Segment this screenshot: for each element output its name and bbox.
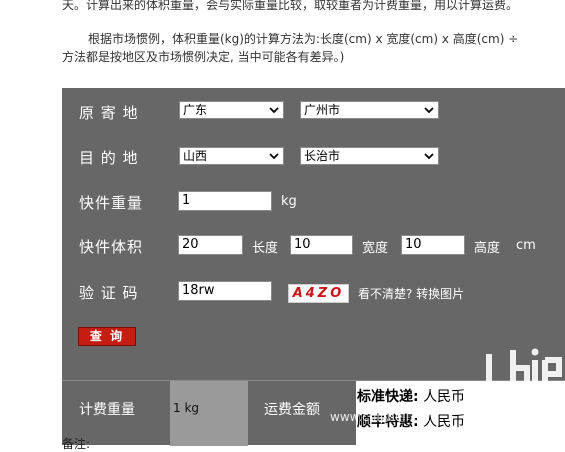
weight-input[interactable]: 1 — [178, 191, 272, 211]
standard-express-label: 标准快递: — [357, 389, 419, 405]
charge-weight-cell: 1 kg — [170, 381, 248, 446]
volume-unit: cm — [516, 238, 536, 253]
shunfeng-label: 顺丰特惠: — [357, 414, 419, 430]
charge-weight-value: 1 kg — [173, 401, 200, 415]
chevron-down-icon — [269, 153, 279, 160]
origin-city-select[interactable]: 广州市 — [300, 101, 439, 119]
intro-top-line: 天。计算出来的体积重量，会与实际重量比较，取较重者为计费重量，用以计算运费。 — [62, 0, 519, 12]
destination-province-select[interactable]: 山西 — [179, 147, 284, 165]
length-label: 长度 — [252, 241, 279, 256]
width-input[interactable]: 10 — [290, 235, 353, 255]
shunfeng-line: 顺丰特惠: 人民币 — [357, 411, 465, 431]
height-input[interactable]: 10 — [401, 235, 465, 255]
note-label: 备注: — [62, 437, 91, 451]
result-strip: 计费重量 1 kg 运费金额 标准快递: 人民币 顺丰特惠: 人民币 — [62, 380, 565, 446]
captcha-input[interactable]: 18rw — [178, 281, 272, 301]
weight-label: 快件重量 — [79, 194, 144, 212]
volume-label: 快件体积 — [79, 238, 144, 256]
captcha-label: 验 证 码 — [79, 284, 139, 302]
freight-calculator-panel: 原 寄 地 广东 广州市 目 的 地 山西 长治市 快件重量 1 kg 快件体积… — [62, 88, 565, 446]
weight-unit: kg — [281, 194, 297, 209]
destination-label: 目 的 地 — [79, 149, 139, 167]
fee-result-cell: 标准快递: 人民币 顺丰特惠: 人民币 — [356, 381, 565, 446]
chevron-down-icon — [424, 153, 434, 160]
captcha-refresh-link[interactable]: 看不清楚? 转换图片 — [358, 285, 464, 302]
destination-city-select[interactable]: 长治市 — [300, 147, 439, 165]
intro-paragraph: 根据市场惯例，体积重量(kg)的计算方法为:长度(cm) x 宽度(cm) x … — [62, 30, 565, 66]
origin-province-value: 广东 — [183, 103, 208, 117]
fee-label: 运费金额 — [264, 402, 320, 418]
height-label: 高度 — [474, 241, 501, 256]
shunfeng-value: 人民币 — [423, 414, 466, 430]
captcha-image[interactable]: A4ZO — [288, 284, 349, 303]
charge-weight-label: 计费重量 — [79, 402, 135, 418]
origin-province-select[interactable]: 广东 — [179, 101, 284, 119]
chevron-down-icon — [424, 107, 434, 114]
intro-paragraph-line1: 根据市场惯例，体积重量(kg)的计算方法为:长度(cm) x 宽度(cm) x … — [88, 32, 519, 46]
origin-city-value: 广州市 — [304, 103, 341, 117]
standard-express-line: 标准快递: 人民币 — [357, 386, 465, 406]
chevron-down-icon — [269, 107, 279, 114]
width-label: 宽度 — [362, 241, 389, 256]
destination-province-value: 山西 — [183, 149, 208, 163]
length-input[interactable]: 20 — [178, 235, 243, 255]
query-button[interactable]: 查 询 — [78, 327, 136, 346]
intro-paragraph-line2: 方法都是按地区及市场惯例决定, 当中可能各有差异。) — [62, 50, 345, 64]
destination-city-value: 长治市 — [304, 149, 341, 163]
standard-express-value: 人民币 — [423, 389, 466, 405]
origin-label: 原 寄 地 — [79, 104, 139, 122]
